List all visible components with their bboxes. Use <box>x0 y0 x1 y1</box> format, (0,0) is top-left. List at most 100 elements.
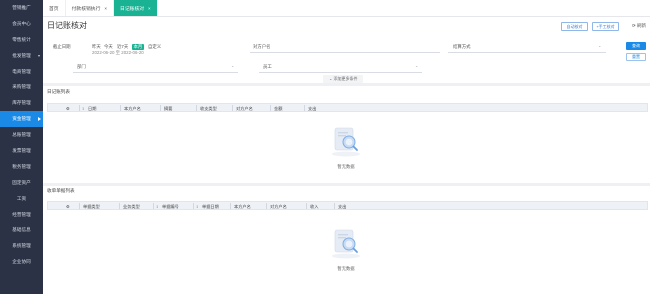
manual-verify-label: 手工核对 <box>598 23 615 29</box>
bill-col-doc-date[interactable]: 单据日期 <box>202 204 219 210</box>
sidebar-item-purchase[interactable]: 采购管理 <box>0 79 43 95</box>
tab-payment-writeoff[interactable]: 付款核销执行 × <box>66 0 115 16</box>
sidebar-item-label: 营销推广 <box>12 4 31 10</box>
sidebar-item-tax[interactable]: 税务管理 <box>0 159 43 175</box>
sort-icon[interactable]: ↕ <box>82 106 84 111</box>
bill-table-header: ⚙ 单据类型 业务类型 ↕ 单据编号 ↕ 单据日期 本方户名 对方户名 收入 支… <box>47 201 648 210</box>
journal-col-counterparty: 对方户名 <box>236 105 253 111</box>
settings-icon[interactable]: ⚙ <box>66 106 70 111</box>
sort-icon[interactable]: ↕ <box>156 204 158 209</box>
chevron-down-icon: ⌄ <box>329 76 333 81</box>
date-range-value[interactable]: 2022-06-20 至 2022-06-20 <box>92 50 144 56</box>
refresh-icon: ⟳ <box>631 23 636 28</box>
settlement-select[interactable] <box>448 52 606 53</box>
advanced-filter-label: 添加更多条件 <box>333 76 358 81</box>
journal-table-header: ⚙ ↕ 日期 本方户名 摘要 收支类型 对方户名 金额 支出 <box>47 103 648 112</box>
tab-journal-verify[interactable]: 日记账核对 × <box>114 0 158 16</box>
dept-filter-label: 部门 <box>77 64 86 69</box>
sidebar-item-label: 采购管理 <box>12 84 31 90</box>
employee-filter-label: 员工 <box>263 64 272 69</box>
sidebar-item-ecommerce[interactable]: 电商管理 <box>0 64 43 80</box>
sidebar-item-invoice[interactable]: 发票管理 <box>0 143 43 159</box>
sidebar-item-funds[interactable]: 资金管理 <box>0 111 43 128</box>
refresh-label: 刷新 <box>637 23 646 28</box>
journal-col-expense: 支出 <box>308 105 317 111</box>
sidebar-item-assets[interactable]: 固定资产 <box>0 175 43 191</box>
date-option-month[interactable]: 本月 <box>132 43 144 50</box>
sidebar-item-ledger[interactable]: 总账管理 <box>0 127 43 143</box>
bill-list-title: 收单单据列表 <box>47 188 75 193</box>
bill-empty-state: 暂无数据 <box>326 222 366 272</box>
column-divider <box>270 105 271 111</box>
column-divider <box>193 203 194 209</box>
date-option-custom[interactable]: 自定义 <box>148 44 161 50</box>
sidebar-item-wholesale[interactable]: 批发管理 ▾ <box>0 48 43 64</box>
column-divider <box>120 105 121 111</box>
column-divider <box>232 105 233 111</box>
bill-col-income: 收入 <box>310 203 319 209</box>
sort-icon[interactable]: ↕ <box>196 204 198 209</box>
search-button[interactable]: 查询 <box>626 42 646 50</box>
column-divider <box>119 203 120 209</box>
sidebar-item-label: 基础信息 <box>12 227 31 233</box>
close-icon[interactable]: × <box>148 6 151 11</box>
journal-empty-text: 暂无数据 <box>337 164 355 169</box>
refresh-button[interactable]: ⟳ 刷新 <box>632 23 646 29</box>
sidebar: 营销推广 会员中心 零售统计 批发管理 ▾ 电商管理 采购管理 库存管理 资金管理… <box>0 0 43 294</box>
column-divider <box>230 203 231 209</box>
reset-button[interactable]: 重置 <box>626 53 646 61</box>
sidebar-item-label: 税务管理 <box>12 163 31 169</box>
sidebar-item-retail[interactable]: 零售统计 <box>0 32 43 48</box>
sidebar-item-label: 系统管理 <box>12 243 31 249</box>
column-divider <box>306 203 307 209</box>
tab-label: 付款核销执行 <box>71 6 101 12</box>
section-divider <box>43 183 650 186</box>
settings-icon[interactable]: ⚙ <box>66 204 70 209</box>
journal-col-date[interactable]: 日期 <box>88 106 96 112</box>
column-divider <box>334 203 335 209</box>
dept-select[interactable] <box>73 72 238 73</box>
journal-col-summary: 摘要 <box>164 105 173 111</box>
advanced-filter-toggle[interactable]: ⌄ 添加更多条件 <box>323 75 364 83</box>
settlement-filter-label: 结算方式 <box>453 44 471 49</box>
bill-col-biz-type: 业务类型 <box>123 203 140 209</box>
tab-label: 首页 <box>49 6 59 12</box>
date-filter-label: 截止日期 <box>53 44 71 49</box>
employee-select[interactable] <box>259 72 422 73</box>
sidebar-item-collab[interactable]: 企业协同 <box>0 254 43 270</box>
sidebar-item-basic-info[interactable]: 基础信息 <box>0 222 43 238</box>
journal-list-title: 日记账列表 <box>47 89 70 94</box>
chevron-down-icon: ⌄ <box>231 63 235 68</box>
sidebar-item-system[interactable]: 系统管理 <box>0 238 43 254</box>
page-title: 日记账核对 <box>47 21 87 30</box>
empty-search-icon <box>332 127 360 157</box>
tab-home[interactable]: 首页 <box>43 0 66 16</box>
bill-col-expense: 支出 <box>338 203 347 209</box>
sidebar-item-marketing[interactable]: 营销推广 <box>0 0 43 16</box>
column-divider <box>304 105 305 111</box>
auto-verify-button[interactable]: 自动核对 <box>561 22 588 31</box>
account-select[interactable] <box>250 52 440 53</box>
bill-col-doc-no[interactable]: 单据编号 <box>162 204 179 210</box>
chevron-down-icon: ⌄ <box>415 63 419 68</box>
tab-bar: 首页 付款核销执行 × 日记账核对 × <box>43 0 650 17</box>
bill-col-counterparty: 对方户名 <box>270 203 287 209</box>
sidebar-item-payroll[interactable]: 工资 <box>0 191 43 207</box>
journal-col-amount: 金额 <box>274 105 283 111</box>
sidebar-item-inventory[interactable]: 库存管理 <box>0 95 43 111</box>
sidebar-item-label: 总账管理 <box>12 132 31 138</box>
bill-col-doc-type: 单据类型 <box>83 203 100 209</box>
sidebar-item-label: 发票管理 <box>12 147 31 153</box>
tab-label: 日记账核对 <box>120 6 145 12</box>
sidebar-item-label: 电商管理 <box>12 68 31 74</box>
sidebar-item-label: 经营管理 <box>12 211 31 217</box>
manual-verify-button[interactable]: + 手工核对 <box>592 22 619 31</box>
sidebar-item-label: 批发管理 <box>12 52 31 58</box>
sidebar-item-label: 会员中心 <box>12 20 31 26</box>
sidebar-item-label: 固定资产 <box>12 179 31 185</box>
close-icon[interactable]: × <box>104 6 107 11</box>
sidebar-item-member[interactable]: 会员中心 <box>0 16 43 32</box>
sidebar-item-operations[interactable]: 经营管理 <box>0 207 43 223</box>
sidebar-item-label: 工资 <box>16 195 27 201</box>
journal-empty-state: 暂无数据 <box>326 120 366 170</box>
